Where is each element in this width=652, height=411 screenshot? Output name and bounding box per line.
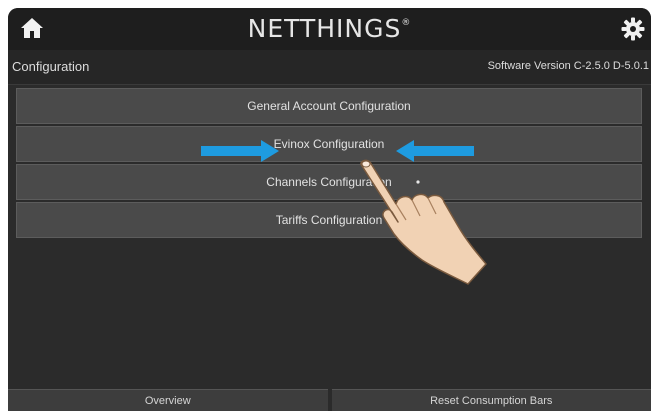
tariffs-configuration-button[interactable]: Tariffs Configuration (16, 202, 642, 238)
arrow-right-icon (201, 140, 279, 162)
overview-tab[interactable]: Overview (8, 389, 328, 411)
pointing-hand-icon (360, 159, 487, 285)
registered-mark: ® (401, 18, 412, 28)
reset-consumption-bars-tab[interactable]: Reset Consumption Bars (331, 389, 651, 411)
top-bar: NETTHINGS® (8, 8, 651, 50)
configuration-menu: General Account Configuration Evinox Con… (16, 88, 642, 240)
channels-configuration-button[interactable]: Channels Configuration (16, 164, 642, 200)
gear-icon[interactable] (621, 17, 645, 41)
general-account-configuration-button[interactable]: General Account Configuration (16, 88, 642, 124)
software-version: Software Version C-2.5.0 D-5.0.1 (487, 60, 649, 72)
evinox-configuration-button[interactable]: Evinox Configuration (16, 126, 642, 162)
brand-name: NETTHINGS (247, 14, 402, 43)
sub-header: Configuration Software Version C-2.5.0 D… (8, 50, 651, 85)
brand-logo: NETTHINGS® (8, 14, 651, 43)
bottom-bar: Overview Reset Consumption Bars (8, 389, 651, 411)
page-title: Configuration (12, 59, 90, 74)
app-window: NETTHINGS® Configuration Software Versio… (8, 8, 651, 411)
